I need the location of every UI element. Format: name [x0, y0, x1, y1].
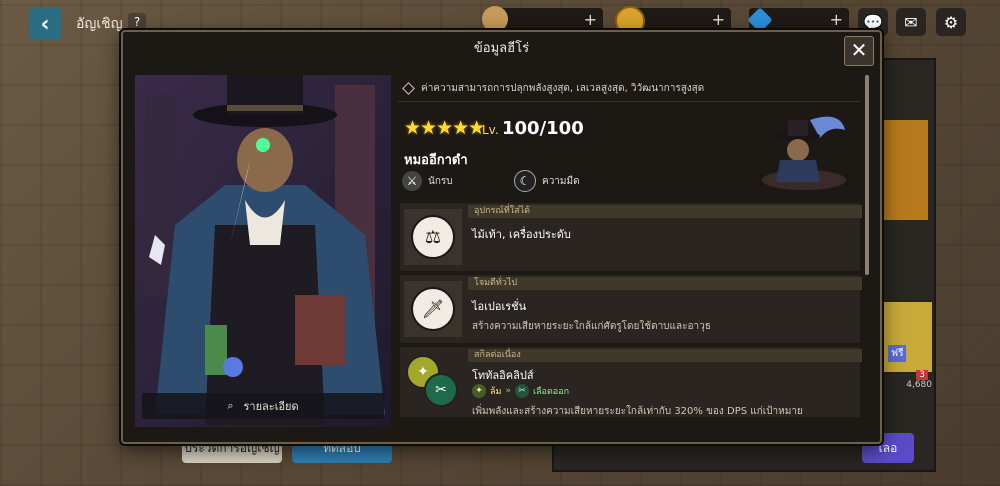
scrollbar[interactable] — [865, 75, 869, 275]
plague-doctor-illustration — [135, 75, 391, 427]
gem-resource: + — [747, 7, 849, 33]
tag-bleed: เลือดออก — [532, 387, 570, 397]
add-gold-button[interactable]: + — [712, 10, 725, 29]
normal-attack-desc: สร้างความเสียหายระยะใกล้แก่ศัตรูโดยใช้ดา… — [472, 321, 711, 332]
settings-gear-icon[interactable]: ⚙ — [936, 8, 966, 36]
stun-tag-icon: ✦ — [472, 384, 486, 398]
gold-resource: + — [615, 6, 731, 36]
trait-element: ☾ ความมืด — [514, 170, 580, 192]
staff-accessory-icon: ⚖ — [411, 215, 455, 259]
hero-skill-list: ⚖ อุปกรณ์ที่ใส่ได้ ไม้เท้า, เครื่องประดั… — [400, 203, 862, 421]
chain-arrow-icon: » — [505, 386, 511, 396]
chain-skill-tags: ✦ ล้ม » ✂ เลือดออก — [472, 384, 569, 398]
dark-moon-icon: ☾ — [514, 170, 536, 192]
max-stats-hint: ค่าความสามารถการปลุกพลังสูงสุด, เลเวลสูง… — [398, 75, 860, 102]
equipment-name: ไม้เท้า, เครื่องประดับ — [472, 228, 571, 241]
equipment-icon-box: ⚖ — [404, 209, 462, 265]
magnifier-icon: ⌕ — [227, 399, 234, 412]
trait-class-label: นักรบ — [428, 175, 453, 187]
normal-attack-card: 🗡 โจมตีทั่วไป ไอเปอเรชั่น สร้างความเสียห… — [400, 275, 862, 343]
hero-info-panel: ค่าความสามารถการปลุกพลังสูงสุด, เลเวลสูง… — [398, 75, 869, 435]
add-coffee-button[interactable]: + — [584, 10, 597, 29]
sword-icon: 🗡 — [411, 287, 455, 331]
bleed-tag-icon: ✂ — [514, 384, 529, 398]
chain-skill-card: ✦ ✂ สกิลต่อเนื่อง โททัลอิคลิปส์ ✦ ล้ม » … — [400, 347, 862, 417]
hint-text: ค่าความสามารถการปลุกพลังสูงสุด, เลเวลสูง… — [421, 82, 705, 94]
bleed-skill-icon: ✂ — [424, 373, 458, 407]
trait-class: ⚔ นักรบ — [402, 170, 453, 192]
chain-skill-desc: เพิ่มพลังและสร้างความเสียหายระยะใกล้เท่า… — [472, 406, 803, 417]
hero-name: หมออีกาดำ — [404, 153, 468, 168]
hero-portrait: ⌕ รายละเอียด — [135, 75, 391, 427]
cost-label: 4,680 — [906, 380, 932, 390]
close-button[interactable]: ✕ — [844, 36, 874, 66]
gem-icon — [747, 7, 773, 33]
normal-attack-header: โจมตีทั่วไป — [468, 277, 862, 290]
details-label: รายละเอียด — [243, 400, 299, 413]
add-gem-button[interactable]: + — [830, 10, 843, 29]
summon-card[interactable]: ฟรี 3 — [880, 300, 934, 380]
equipment-card: ⚖ อุปกรณ์ที่ใส่ได้ ไม้เท้า, เครื่องประดั… — [400, 203, 862, 271]
level-value: 100/100 — [502, 118, 584, 139]
details-button[interactable]: ⌕ รายละเอียด — [142, 393, 384, 419]
mail-icon[interactable]: ✉ — [896, 8, 926, 36]
free-label: ฟรี — [888, 345, 907, 362]
tag-stun: ล้ม — [490, 387, 502, 397]
chain-skill-name: โททัลอิคลิปส์ — [472, 369, 534, 382]
modal-title: ข้อมูลฮีโร่ — [473, 41, 530, 56]
help-icon[interactable]: ? — [128, 13, 146, 31]
crossed-swords-icon: ⚔ — [402, 171, 422, 191]
star-rating: ★★★★★ — [404, 117, 485, 139]
hero-info-modal: ข้อมูลฮีโร่ ✕ ⌕ รายละเอียด ค่าความสามารถ… — [121, 30, 882, 444]
normal-attack-icon-box: 🗡 — [404, 281, 462, 337]
chain-skill-icon-box: ✦ ✂ — [404, 353, 462, 409]
badge-count: 3 — [916, 370, 928, 380]
normal-attack-name: ไอเปอเรชั่น — [472, 300, 527, 313]
hero-chibi-icon — [750, 110, 858, 192]
diamond-icon — [402, 81, 415, 95]
level-label: Lv. — [482, 123, 499, 137]
trait-element-label: ความมืด — [542, 175, 580, 187]
coffee-icon — [482, 6, 508, 32]
equipment-header: อุปกรณ์ที่ใส่ได้ — [468, 205, 862, 218]
back-button[interactable]: ‹ — [29, 8, 61, 40]
chain-skill-header: สกิลต่อเนื่อง — [468, 349, 862, 362]
screen-title: อัญเชิญ — [76, 16, 123, 32]
coffee-resource: + — [482, 6, 603, 32]
